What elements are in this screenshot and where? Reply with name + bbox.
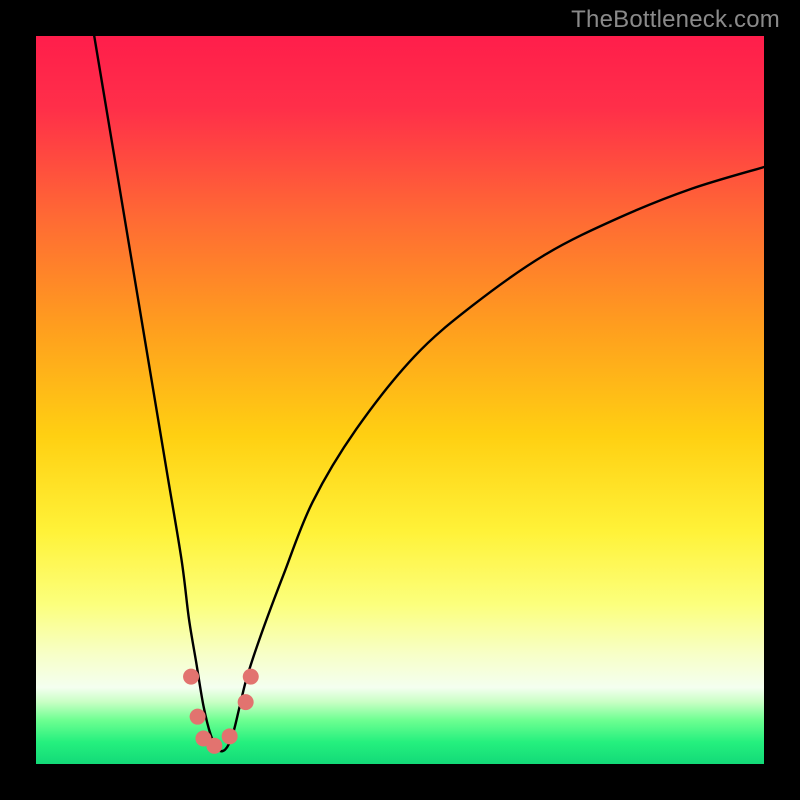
bottleneck-curve <box>94 36 764 751</box>
watermark-label: TheBottleneck.com <box>571 6 780 34</box>
curve-marker <box>238 694 254 710</box>
curve-marker <box>206 738 222 754</box>
curve-markers <box>183 669 259 754</box>
plot-area <box>36 36 764 764</box>
curve-marker <box>222 728 238 744</box>
curve-layer <box>36 36 764 764</box>
curve-marker <box>190 709 206 725</box>
curve-marker <box>183 669 199 685</box>
curve-marker <box>243 669 259 685</box>
chart-frame: TheBottleneck.com <box>0 0 800 800</box>
